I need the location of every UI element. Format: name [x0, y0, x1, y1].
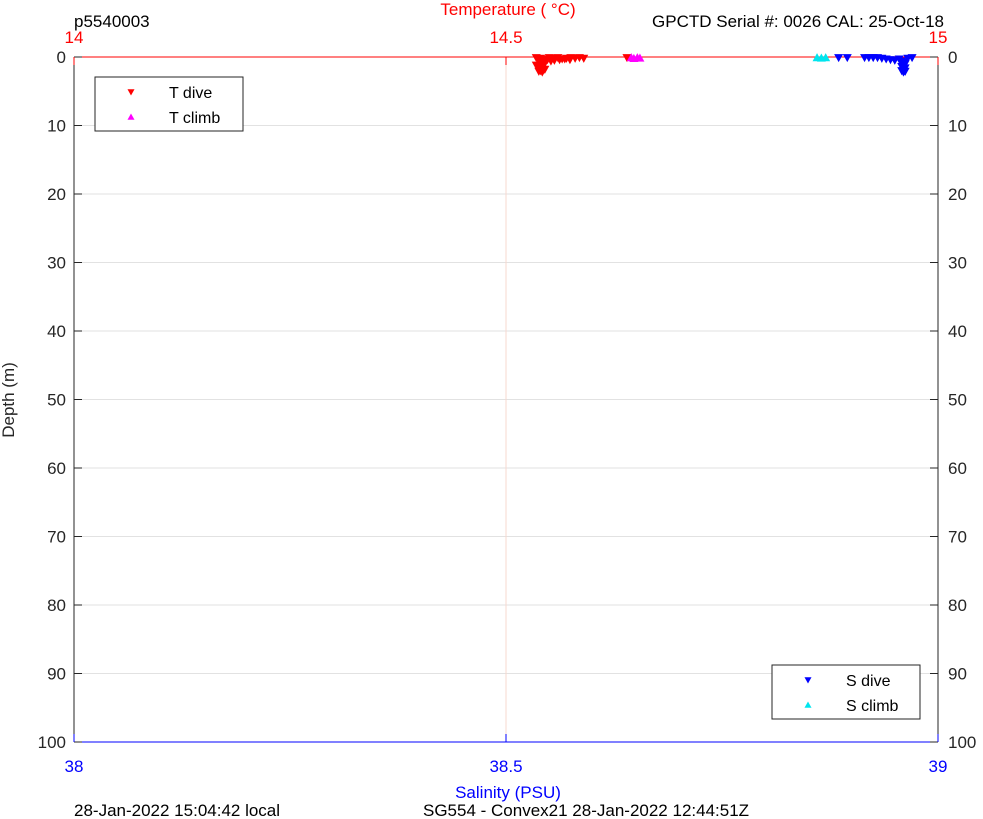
x-bottom-tick-label: 38.5 — [489, 757, 522, 776]
y-tick-label-right: 60 — [948, 459, 967, 478]
top-axis-label: Temperature ( °C) — [440, 0, 575, 19]
x-bottom-tick-label: 38 — [65, 757, 84, 776]
y-tick-label-left: 20 — [47, 185, 66, 204]
legend-label: S dive — [846, 673, 891, 690]
y-tick-label-left: 90 — [47, 665, 66, 684]
y-tick-label-right: 30 — [948, 254, 967, 273]
x-bottom-tick-label: 39 — [929, 757, 948, 776]
profile-chart: 0 0 10 10 20 20 30 30 40 40 50 50 60 60 70 70 80 80 90 90 10… — [0, 0, 976, 819]
y-tick-label-left: 100 — [38, 733, 66, 752]
sensor-info: GPCTD Serial #: 0026 CAL: 25-Oct-18 — [652, 12, 944, 31]
series-s-climb — [812, 53, 831, 62]
y-tick-label-left: 50 — [47, 391, 66, 410]
y-axis-label: Depth (m) — [0, 362, 18, 438]
bottom-axis-label: Salinity (PSU) — [455, 783, 561, 802]
legend-label: T climb — [169, 110, 220, 127]
footer-mission: SG554 - Convex21 28-Jan-2022 12:44:51Z — [423, 801, 749, 819]
y-tick-label-left: 60 — [47, 459, 66, 478]
y-tick-label-right: 20 — [948, 185, 967, 204]
y-tick-label-left: 70 — [47, 528, 66, 547]
y-tick-label-right: 40 — [948, 322, 967, 341]
y-tick-label-left: 10 — [47, 117, 66, 136]
y-tick-label-right: 10 — [948, 117, 967, 136]
y-tick-label-right: 70 — [948, 528, 967, 547]
y-tick-label-left: 40 — [47, 322, 66, 341]
legend-label: S climb — [846, 698, 899, 715]
x-top-tick-label: 14.5 — [489, 28, 522, 47]
y-tick-label-right: 50 — [948, 391, 967, 410]
legend-top-left: T dive T climb — [94, 76, 244, 132]
legend-bottom-right: S dive S climb — [771, 664, 921, 720]
y-tick-label-left: 30 — [47, 254, 66, 273]
footer-local-time: 28-Jan-2022 15:04:42 local — [74, 801, 280, 819]
y-tick-label-right: 80 — [948, 596, 967, 615]
y-tick-label-right: 0 — [948, 48, 957, 67]
y-tick-label-left: 80 — [47, 596, 66, 615]
y-tick-label-left: 0 — [57, 48, 66, 67]
y-tick-label-right: 100 — [948, 733, 976, 752]
profile-id: p5540003 — [74, 12, 150, 31]
legend-label: T dive — [169, 85, 212, 102]
y-tick-label-right: 90 — [948, 665, 967, 684]
